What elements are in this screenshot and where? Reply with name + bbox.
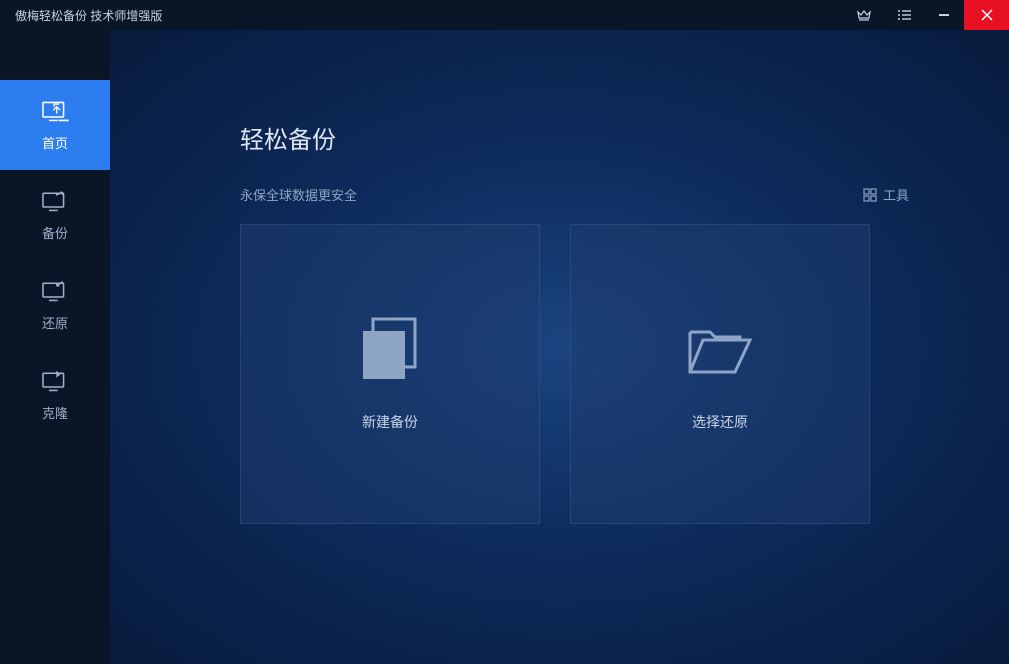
titlebar: 傲梅轻松备份 技术师增强版 xyxy=(0,0,1009,30)
card-new-backup[interactable]: 新建备份 xyxy=(240,224,540,524)
home-icon xyxy=(41,99,69,123)
sidebar-item-backup[interactable]: 备份 xyxy=(0,170,110,260)
crown-icon xyxy=(857,9,871,21)
tools-label: 工具 xyxy=(883,185,909,204)
grid-icon xyxy=(863,188,877,202)
close-button[interactable] xyxy=(964,0,1009,30)
app-title: 傲梅轻松备份 技术师增强版 xyxy=(15,7,844,24)
clone-icon xyxy=(41,369,69,393)
tools-link[interactable]: 工具 xyxy=(863,185,909,204)
sidebar-item-clone[interactable]: 克隆 xyxy=(0,350,110,440)
menu-button[interactable] xyxy=(884,0,924,30)
card-select-restore[interactable]: 选择还原 xyxy=(570,224,870,524)
sidebar-item-home[interactable]: 首页 xyxy=(0,80,110,170)
sidebar-item-label: 克隆 xyxy=(42,403,68,422)
card-label: 新建备份 xyxy=(362,412,418,432)
files-icon xyxy=(355,317,425,382)
window-controls xyxy=(844,0,1009,30)
content-area: 轻松备份 永保全球数据更安全 工具 新建备份 xyxy=(110,30,1009,664)
close-icon xyxy=(981,9,993,21)
minimize-icon xyxy=(938,9,950,21)
premium-button[interactable] xyxy=(844,0,884,30)
page-title: 轻松备份 xyxy=(240,120,909,155)
card-label: 选择还原 xyxy=(692,412,748,432)
sidebar: 首页 备份 还原 克隆 xyxy=(0,30,110,664)
sidebar-item-label: 首页 xyxy=(42,133,68,152)
menu-icon xyxy=(897,9,911,21)
sidebar-item-restore[interactable]: 还原 xyxy=(0,260,110,350)
sidebar-item-label: 备份 xyxy=(42,223,68,242)
sidebar-item-label: 还原 xyxy=(42,313,68,332)
folder-open-icon xyxy=(685,317,755,382)
backup-icon xyxy=(41,189,69,213)
page-subtitle: 永保全球数据更安全 xyxy=(240,185,357,204)
minimize-button[interactable] xyxy=(924,0,964,30)
restore-icon xyxy=(41,279,69,303)
